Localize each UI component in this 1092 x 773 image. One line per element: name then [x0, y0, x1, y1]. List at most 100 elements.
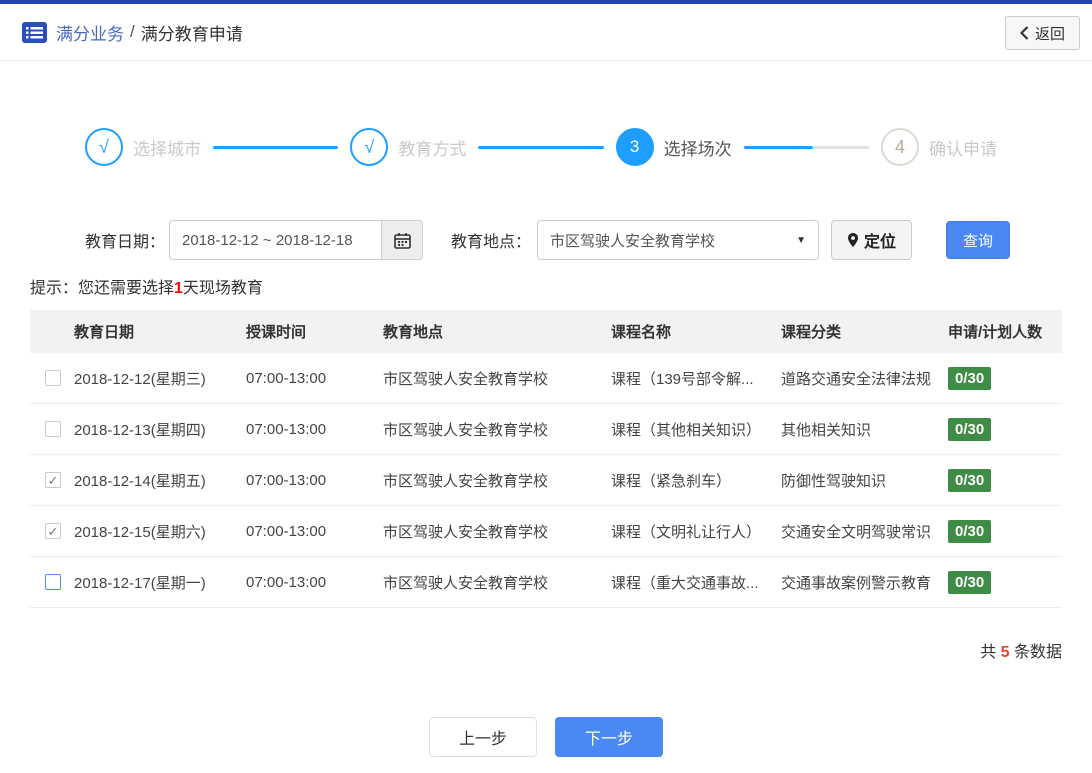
cell-location: 市区驾驶人安全教育学校 — [383, 574, 549, 592]
step-1-check-icon: √ — [85, 128, 123, 166]
menu-list-icon — [22, 21, 47, 43]
calendar-icon[interactable] — [381, 220, 424, 260]
step-3-label: 选择场次 — [663, 139, 732, 159]
location-pin-icon — [847, 232, 859, 248]
column-header: 申请/计划人数 — [948, 324, 1043, 341]
column-header: 课程名称 — [611, 324, 672, 341]
page-title: 满分教育申请 — [140, 24, 243, 44]
back-button[interactable]: 返回 — [1004, 16, 1080, 50]
checkbox-cell: ✓ — [30, 472, 74, 488]
step-2-label: 教育方式 — [398, 139, 467, 159]
step-1-label: 选择城市 — [133, 139, 201, 159]
cell-count: 0/30 — [948, 468, 1062, 492]
hint-prefix: 提示：您还需要选择 — [30, 280, 175, 297]
checkbox-cell — [30, 370, 74, 386]
column-header: 教育地点 — [383, 324, 444, 341]
cell-course-name: 课程（紧急刹车） — [611, 472, 732, 490]
cell-course-name: 课程（文明礼让行人） — [611, 523, 762, 541]
cell-count: 0/30 — [948, 519, 1062, 543]
cell-time: 07:00-13:00 — [246, 471, 327, 489]
date-range-input[interactable] — [169, 220, 382, 260]
step-4-label: 确认申请 — [928, 139, 997, 159]
locate-button-label: 定位 — [864, 234, 897, 251]
breadcrumb-section[interactable]: 满分业务 — [56, 20, 124, 45]
count-badge: 0/30 — [948, 417, 992, 441]
row-checkbox[interactable]: ✓ — [45, 523, 61, 539]
sessions-table: 教育日期 授课时间 教育地点 课程名称 课程分类 申请/计划人数 2018-12-12(星… — [30, 310, 1062, 608]
cell-course-category: 交通事故案例警示教育 — [781, 574, 932, 592]
hint-suffix: 天现场教育 — [182, 280, 263, 297]
cell-date: 2018-12-15(星期六) — [74, 523, 206, 541]
table-row: ✓ 2018-12-14(星期五) 07:00-13:00 市区驾驶人安全教育学校 课程… — [30, 455, 1062, 506]
cell-time: 07:00-13:00 — [246, 522, 327, 540]
summary-suffix: 条数据 — [1009, 644, 1062, 661]
wizard-footer: 上一步 下一步 — [0, 717, 1092, 757]
table-header: 教育日期 授课时间 教育地点 课程名称 课程分类 申请/计划人数 — [30, 310, 1062, 353]
count-badge: 0/30 — [948, 468, 992, 492]
cell-location: 市区驾驶人安全教育学校 — [383, 421, 549, 439]
step-select-city: √ 选择城市 — [85, 128, 201, 166]
cell-course-category: 防御性驾驶知识 — [781, 472, 887, 490]
date-filter-label: 教育日期： — [85, 234, 166, 251]
table-row: 2018-12-12(星期三) 07:00-13:00 市区驾驶人安全教育学校 课程（… — [30, 353, 1062, 404]
record-count-summary: 共 5 条数据 — [0, 638, 1062, 662]
cell-time: 07:00-13:00 — [246, 420, 327, 438]
previous-step-button[interactable]: 上一步 — [429, 717, 537, 757]
step-connector — [743, 145, 869, 149]
count-badge: 0/30 — [948, 519, 992, 543]
search-button[interactable]: 查询 — [946, 221, 1011, 259]
back-button-label: 返回 — [1034, 25, 1065, 43]
row-checkbox[interactable]: ✓ — [45, 472, 61, 488]
cell-date: 2018-12-14(星期五) — [74, 472, 206, 490]
column-header: 授课时间 — [246, 324, 307, 341]
step-3-number: 3 — [615, 128, 654, 166]
filter-bar: 教育日期： 教育地点： 市区驾驶人安全教育学校 ▼ 定位 查询 — [85, 220, 1092, 260]
cell-count: 0/30 — [948, 366, 1062, 390]
cell-course-category: 其他相关知识 — [781, 421, 872, 439]
locate-button[interactable]: 定位 — [831, 220, 913, 260]
chevron-down-icon: ▼ — [796, 234, 807, 246]
row-checkbox[interactable] — [45, 421, 61, 437]
step-education-mode: √ 教育方式 — [350, 128, 466, 166]
step-4-number: 4 — [880, 128, 919, 166]
step-2-check-icon: √ — [350, 128, 389, 166]
table-row: 2018-12-13(星期四) 07:00-13:00 市区驾驶人安全教育学校 课程（… — [30, 404, 1062, 455]
cell-date: 2018-12-17(星期一) — [74, 574, 206, 592]
summary-count: 5 — [1000, 644, 1010, 661]
cell-location: 市区驾驶人安全教育学校 — [383, 523, 549, 541]
breadcrumb-separator: / — [130, 22, 135, 41]
column-header: 课程分类 — [781, 324, 842, 341]
step-connector — [213, 145, 339, 149]
checkbox-cell — [30, 574, 74, 590]
cell-course-category: 道路交通安全法律法规 — [781, 370, 932, 388]
hint-text: 提示：您还需要选择1天现场教育 — [30, 274, 1092, 298]
row-checkbox[interactable] — [45, 370, 61, 386]
cell-count: 0/30 — [948, 417, 1062, 441]
cell-course-name: 课程（其他相关知识） — [611, 421, 762, 439]
step-select-session: 3 选择场次 — [615, 128, 732, 166]
cell-course-category: 交通安全文明驾驶常识 — [781, 523, 932, 541]
count-badge: 0/30 — [948, 366, 992, 390]
page-header: 满分业务 / 满分教育申请 返回 — [0, 4, 1092, 61]
row-checkbox[interactable] — [45, 574, 61, 590]
table-row: 2018-12-17(星期一) 07:00-13:00 市区驾驶人安全教育学校 课程（… — [30, 557, 1062, 608]
checkbox-cell — [30, 421, 74, 437]
cell-location: 市区驾驶人安全教育学校 — [383, 472, 549, 490]
cell-time: 07:00-13:00 — [246, 573, 327, 591]
hint-highlight-number: 1 — [174, 280, 183, 297]
column-header: 教育日期 — [74, 324, 135, 341]
cell-count: 0/30 — [948, 570, 1062, 594]
cell-course-name: 课程（139号部令解... — [611, 370, 754, 388]
step-confirm-application: 4 确认申请 — [880, 128, 997, 166]
cell-course-name: 课程（重大交通事故... — [611, 574, 759, 592]
step-connector — [478, 145, 604, 149]
cell-date: 2018-12-13(星期四) — [74, 421, 206, 439]
table-row: ✓ 2018-12-15(星期六) 07:00-13:00 市区驾驶人安全教育学校 课程… — [30, 506, 1062, 557]
next-step-button[interactable]: 下一步 — [555, 717, 663, 757]
location-select[interactable]: 市区驾驶人安全教育学校 ▼ — [537, 220, 820, 260]
cell-time: 07:00-13:00 — [246, 369, 327, 387]
checkbox-cell: ✓ — [30, 523, 74, 539]
summary-prefix: 共 — [980, 644, 1001, 661]
date-range-group — [169, 220, 424, 260]
location-select-value: 市区驾驶人安全教育学校 — [550, 232, 716, 250]
